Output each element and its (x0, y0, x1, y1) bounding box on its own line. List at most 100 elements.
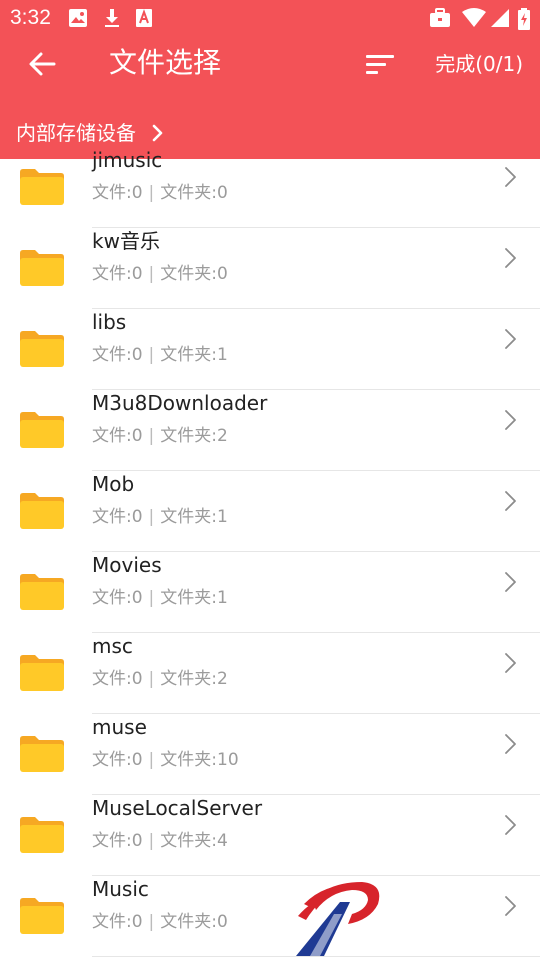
folder-row[interactable]: kw音乐文件:0 | 文件夹:0 (0, 228, 540, 309)
chevron-right-icon (505, 896, 516, 916)
file-count: 文件:0 (92, 912, 143, 932)
file-count: 文件:0 (92, 750, 143, 770)
folder-name: jimusic (92, 148, 163, 172)
folder-icon (20, 250, 64, 286)
back-button[interactable] (20, 46, 64, 82)
chevron-right-icon (505, 248, 516, 268)
status-time: 3:32 (10, 6, 51, 29)
work-profile-icon (430, 8, 450, 27)
folder-count: 文件夹:1 (160, 507, 228, 527)
folder-meta: 文件:0 | 文件夹:0 (92, 262, 228, 286)
chevron-right-icon (505, 167, 516, 187)
folder-name: Movies (92, 553, 162, 577)
folder-row[interactable]: msc 文件:0 | 文件夹:2 (0, 633, 540, 714)
folder-count: 文件夹:0 (160, 183, 228, 203)
done-button[interactable]: 完成(0/1) (435, 48, 523, 80)
folder-name: M3u8Downloader (92, 391, 268, 415)
breadcrumb[interactable]: 内部存储设备 (16, 118, 164, 148)
folder-meta: 文件:0 | 文件夹:1 (92, 505, 228, 529)
sort-icon (366, 55, 394, 74)
sort-button[interactable] (360, 46, 400, 82)
signal-icon (491, 9, 509, 27)
arrow-left-icon (29, 52, 56, 76)
folder-icon (20, 169, 64, 205)
app-header: 3:32 文件选择 完成(0/1) 内部存储设备 (0, 0, 540, 159)
chevron-right-icon (152, 124, 164, 142)
folder-name: MuseLocalServer (92, 796, 263, 820)
folder-icon (20, 898, 64, 934)
folder-meta: 文件:0 | 文件夹:2 (92, 667, 228, 691)
meta-separator: | (148, 831, 155, 851)
folder-icon (20, 493, 64, 529)
folder-icon (20, 331, 64, 367)
folder-count: 文件夹:1 (160, 345, 228, 365)
folder-row[interactable]: Music 文件:0 | 文件夹:0 (0, 876, 540, 957)
folder-name: libs (92, 310, 127, 334)
breadcrumb-label: 内部存储设备 (16, 121, 136, 145)
folder-icon (20, 655, 64, 691)
folder-meta: 文件:0 | 文件夹:2 (92, 424, 228, 448)
file-count: 文件:0 (92, 831, 143, 851)
folder-count: 文件夹:10 (160, 750, 239, 770)
folder-meta: 文件:0 | 文件夹:1 (92, 343, 228, 367)
folder-row[interactable]: Movies 文件:0 | 文件夹:1 (0, 552, 540, 633)
image-notification-icon (69, 9, 87, 27)
folder-count: 文件夹:0 (160, 912, 228, 932)
folder-name: kw音乐 (92, 229, 160, 253)
folder-row[interactable]: M3u8Downloader 文件:0 | 文件夹:2 (0, 390, 540, 471)
meta-separator: | (148, 183, 155, 203)
file-count: 文件:0 (92, 183, 143, 203)
folder-count: 文件夹:4 (160, 831, 228, 851)
folder-count: 文件夹:0 (160, 264, 228, 284)
file-count: 文件:0 (92, 507, 143, 527)
file-count: 文件:0 (92, 264, 143, 284)
folder-name: Music (92, 877, 149, 901)
folder-icon (20, 817, 64, 853)
folder-row[interactable]: Mob 文件:0 | 文件夹:1 (0, 471, 540, 552)
folder-meta: 文件:0 | 文件夹:4 (92, 829, 228, 853)
meta-separator: | (148, 426, 155, 446)
folder-icon (20, 412, 64, 448)
chevron-right-icon (505, 815, 516, 835)
folder-icon (20, 736, 64, 772)
chevron-right-icon (505, 734, 516, 754)
meta-separator: | (148, 507, 155, 527)
battery-charging-icon (518, 8, 530, 30)
folder-name: msc (92, 634, 133, 658)
status-bar: 3:32 (0, 0, 540, 36)
folder-meta: 文件:0 | 文件夹:0 (92, 910, 228, 934)
meta-separator: | (148, 750, 155, 770)
folder-count: 文件夹:1 (160, 588, 228, 608)
wifi-icon (462, 8, 486, 27)
meta-separator: | (148, 588, 155, 608)
file-count: 文件:0 (92, 426, 143, 446)
chevron-right-icon (505, 572, 516, 592)
folder-meta: 文件:0 | 文件夹:10 (92, 748, 239, 772)
chevron-right-icon (505, 653, 516, 673)
page-title: 文件选择 (109, 46, 222, 79)
toolbar: 文件选择 完成(0/1) (0, 36, 540, 92)
folder-count: 文件夹:2 (160, 426, 228, 446)
meta-separator: | (148, 345, 155, 365)
folder-meta: 文件:0 | 文件夹:0 (92, 181, 228, 205)
chevron-right-icon (505, 491, 516, 511)
folder-row[interactable]: jimusic 文件:0 | 文件夹:0 (0, 147, 540, 228)
watermark-logo (296, 882, 380, 956)
folder-name: Mob (92, 472, 135, 496)
meta-separator: | (148, 264, 155, 284)
meta-separator: | (148, 669, 155, 689)
folder-row[interactable]: muse 文件:0 | 文件夹:10 (0, 714, 540, 795)
chevron-right-icon (505, 410, 516, 430)
app-notification-icon (136, 9, 152, 27)
meta-separator: | (148, 912, 155, 932)
file-count: 文件:0 (92, 588, 143, 608)
download-notification-icon (105, 9, 119, 27)
folder-name: muse (92, 715, 147, 739)
file-count: 文件:0 (92, 669, 143, 689)
file-count: 文件:0 (92, 345, 143, 365)
folder-row[interactable]: MuseLocalServer 文件:0 | 文件夹:4 (0, 795, 540, 876)
folder-icon (20, 574, 64, 610)
folder-meta: 文件:0 | 文件夹:1 (92, 586, 228, 610)
folder-count: 文件夹:2 (160, 669, 228, 689)
folder-row[interactable]: libs 文件:0 | 文件夹:1 (0, 309, 540, 390)
